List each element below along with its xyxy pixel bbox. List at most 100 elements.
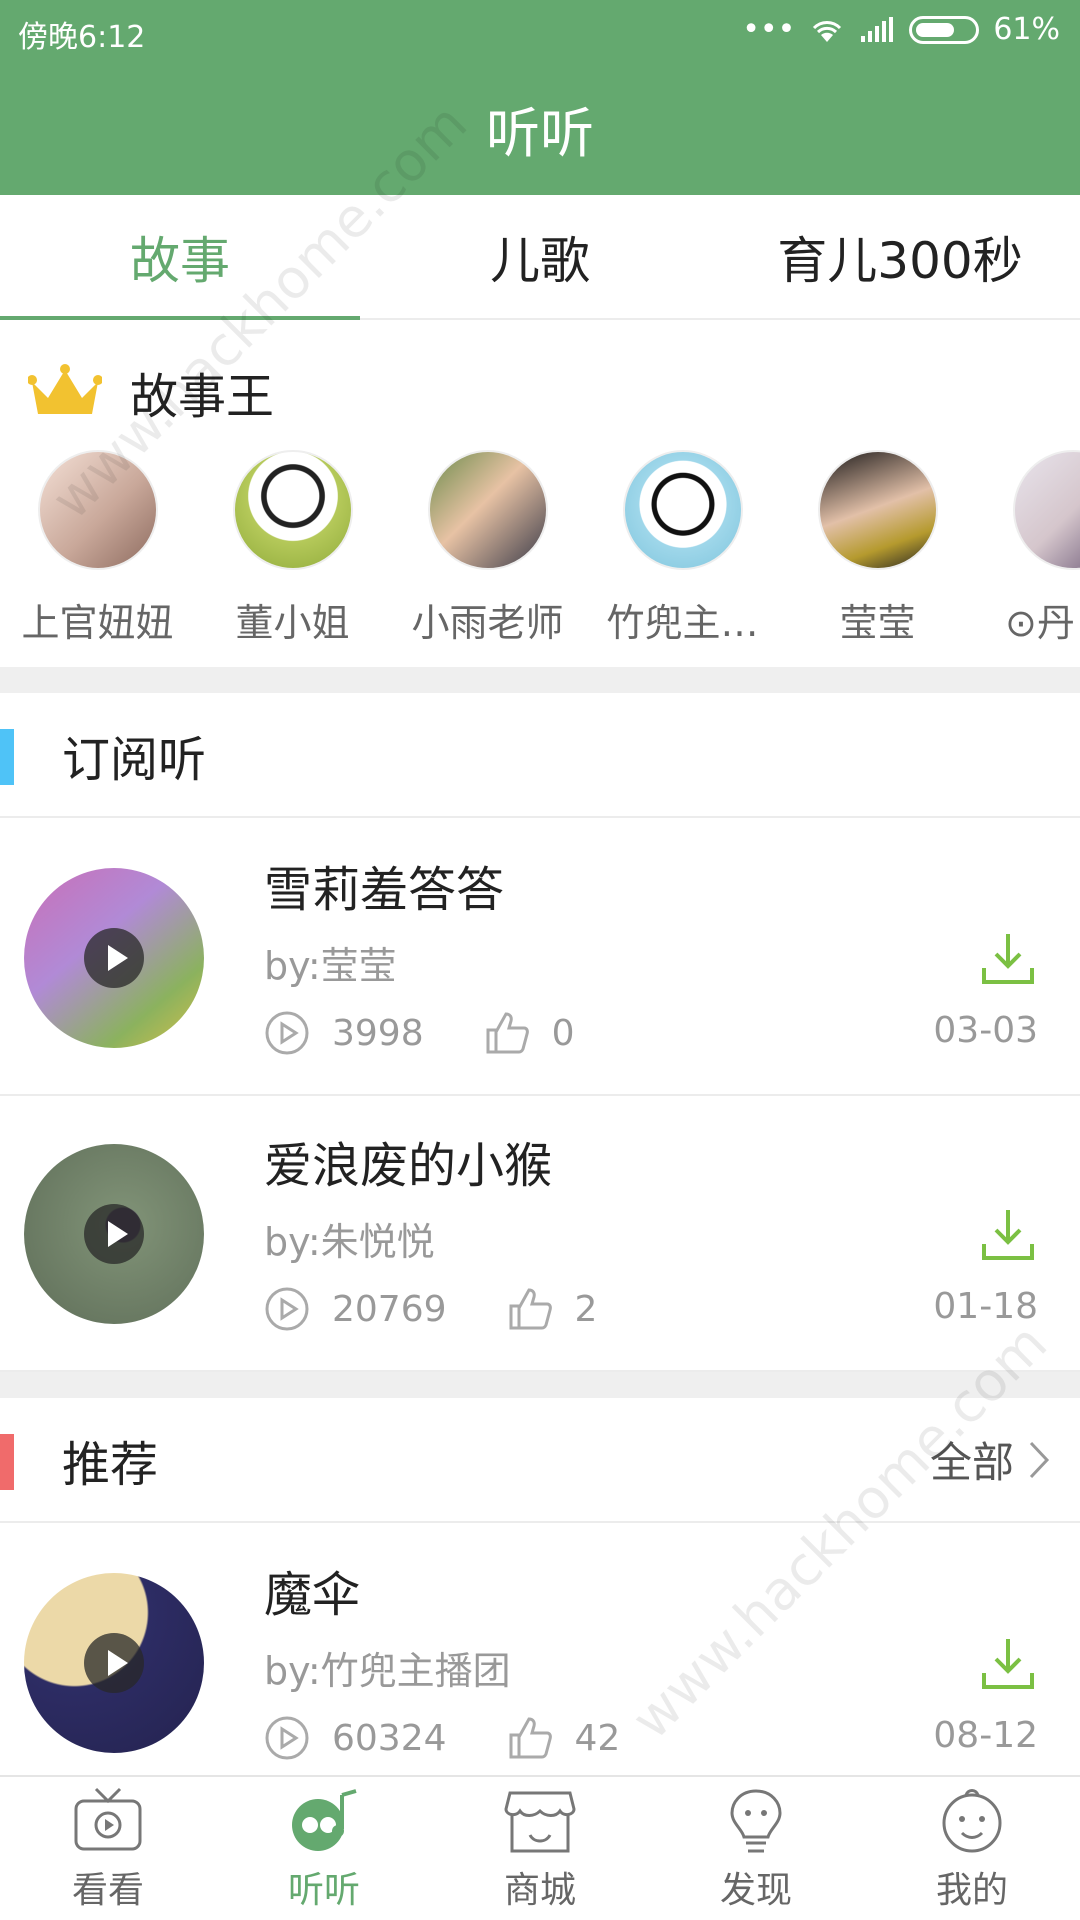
play-count: 3998 [332,1012,424,1054]
tab-label: 儿歌 [490,231,590,290]
host-item[interactable]: 小雨老师 [390,450,585,647]
nav-label: 发现 [719,1869,792,1911]
battery-percent: 61% [993,12,1060,47]
bulb-icon [730,1788,782,1852]
status-bar: 傍晚6:12 ••• 61% [0,0,1080,62]
item-author: by:竹兜主播团 [264,1649,511,1693]
more-dots-icon: ••• [742,12,796,47]
thumbs-up-icon[interactable] [484,1010,530,1056]
host-avatar [817,450,938,570]
item-title: 魔伞 [264,1567,361,1623]
section-divider [0,1372,1080,1398]
page-title: 听听 [486,102,594,165]
nav-label: 看看 [71,1869,144,1911]
status-icons: ••• 61% [742,12,1060,47]
nav-watch[interactable]: 看看 [0,1777,216,1920]
item-author: by:朱悦悦 [264,1220,435,1264]
host-avatar [1012,450,1080,570]
host-name: ⊙丹 [1005,601,1075,645]
play-icon[interactable] [84,1204,144,1264]
section-divider [0,667,1080,693]
host-avatar [622,450,743,570]
nav-listen[interactable]: 听听 [216,1777,432,1920]
tab-stories[interactable]: 故事 [0,195,360,320]
crown-icon [28,364,102,414]
subscribed-header: 订阅听 [0,693,1080,818]
play-count-icon [265,1716,309,1760]
download-icon[interactable] [978,1204,1038,1264]
list-item[interactable]: 爱浪废的小猴 by:朱悦悦 20769 2 01-18 [0,1096,1080,1372]
host-name: 董小姐 [235,601,350,645]
nav-label: 商城 [503,1869,576,1911]
nav-label: 我的 [935,1869,1008,1911]
host-name: 莹莹 [839,601,916,645]
cover-image [24,868,204,1048]
item-title: 爱浪废的小猴 [264,1138,553,1194]
subscribed-title: 订阅听 [62,731,207,788]
thumbs-up-icon[interactable] [507,1715,553,1761]
item-stats: 60324 42 [264,1715,680,1761]
play-count: 20769 [332,1288,447,1330]
nav-discover[interactable]: 发现 [648,1777,864,1920]
play-count-icon [265,1011,309,1055]
bottom-nav: 看看 听听 商城 发现 我的 [0,1775,1080,1920]
host-name: 上官妞妞 [21,601,174,645]
item-date: 08-12 [933,1715,1038,1756]
recommend-header: 推荐 全部 [0,1398,1080,1523]
host-item[interactable]: 竹兜主… [585,450,780,647]
status-time: 傍晚6:12 [18,20,146,55]
like-count: 42 [574,1717,621,1759]
tab-parenting[interactable]: 育儿300秒 [720,195,1080,318]
store-icon [504,1791,576,1852]
tab-label: 故事 [130,231,230,290]
host-avatar [232,450,353,570]
story-king-header: 故事王 [28,357,274,427]
story-king-section: 故事王 上官妞妞 董小姐 小雨老师 竹兜主… 莹莹 ⊙丹 [0,322,1080,667]
tab-bar: 故事 儿歌 育儿300秒 [0,195,1080,320]
headphone-icon [292,1788,357,1851]
signal-icon [861,16,894,42]
section-accent-bar [0,729,14,785]
host-item[interactable]: 董小姐 [195,450,390,647]
play-icon[interactable] [84,928,144,988]
wifi-icon [813,20,842,42]
host-name: 小雨老师 [411,601,564,645]
story-king-title: 故事王 [130,369,275,425]
view-all-button[interactable]: 全部 [930,1429,1050,1490]
play-count: 60324 [332,1717,447,1759]
list-item[interactable]: 魔伞 by:竹兜主播团 60324 42 08-12 [0,1525,1080,1801]
item-stats: 3998 0 [264,1010,635,1056]
nav-store[interactable]: 商城 [432,1777,648,1920]
nav-mine[interactable]: 我的 [864,1777,1080,1920]
host-name: 竹兜主… [606,601,759,645]
item-title: 雪莉羞答答 [264,862,505,918]
item-date: 01-18 [933,1286,1038,1327]
baby-face-icon [942,1788,1002,1852]
recommend-title: 推荐 [62,1436,159,1493]
item-stats: 20769 2 [264,1286,657,1332]
host-avatar [427,450,548,570]
chevron-right-icon [1029,1441,1050,1478]
host-list[interactable]: 上官妞妞 董小姐 小雨老师 竹兜主… 莹莹 ⊙丹 [0,450,1080,660]
tab-label: 育儿300秒 [777,231,1023,290]
download-icon[interactable] [978,1633,1038,1693]
download-icon[interactable] [978,928,1038,988]
play-icon[interactable] [84,1633,144,1693]
view-all-label: 全部 [929,1438,1014,1487]
thumbs-up-icon[interactable] [507,1286,553,1332]
host-item[interactable]: ⊙丹 [975,450,1080,647]
item-author: by:莹莹 [264,944,397,988]
tab-songs[interactable]: 儿歌 [360,195,720,318]
like-count: 2 [574,1288,598,1330]
play-count-icon [265,1287,309,1331]
cover-image [24,1573,204,1753]
battery-icon [909,15,980,44]
like-count: 0 [551,1012,575,1054]
list-item[interactable]: 雪莉羞答答 by:莹莹 3998 0 03-03 [0,820,1080,1096]
nav-label: 听听 [287,1869,360,1911]
host-item[interactable]: 莹莹 [780,450,975,647]
item-date: 03-03 [933,1010,1038,1051]
app-bar: 听听 [0,62,1080,195]
host-item[interactable]: 上官妞妞 [0,450,195,647]
cover-image [24,1144,204,1324]
